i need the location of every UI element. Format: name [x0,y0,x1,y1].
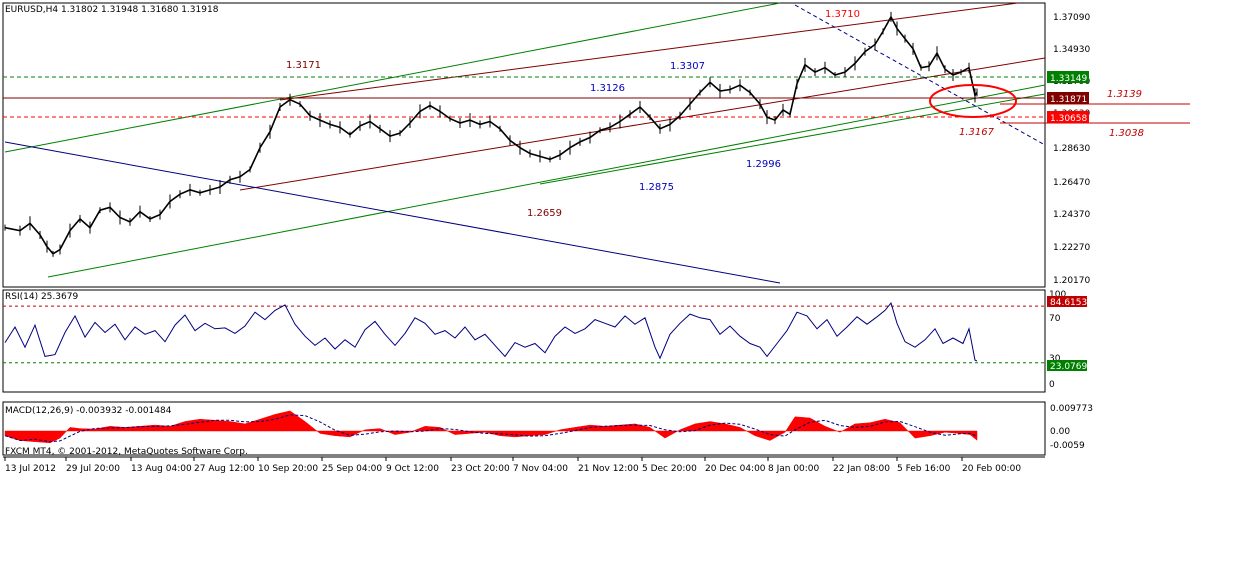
time-axis-label: 20 Feb 00:00 [962,464,1021,474]
rsi-upper-tag-label: 84.6153 [1050,298,1087,308]
price-annotation: 1.2996 [746,159,781,170]
time-axis-label: 23 Oct 20:00 [451,464,510,474]
green-support-line [539,93,1046,185]
price-level-tag-label: 1.31871 [1050,95,1087,105]
price-panel-frame [2,2,1046,288]
price-tick-label: 1.34930 [1053,45,1090,55]
price-annotation: 1.3167 [959,127,995,138]
time-axis-label: 5 Dec 20:00 [642,464,697,474]
macd-label: MACD(12,26,9) -0.003932 -0.001484 [5,406,172,416]
red-channel-upper [279,2,1019,101]
macd-tick-label: 0.00 [1050,427,1070,437]
time-axis-label: 21 Nov 12:00 [578,464,639,474]
price-tick-label: 1.24370 [1053,210,1090,220]
green-channel-lower [47,84,1046,278]
price-level-tag-label: 1.33149 [1050,74,1087,84]
dashed-downtrend-line [794,4,1046,146]
time-axis-label: 25 Sep 04:00 [322,464,382,474]
time-axis-label: 20 Dec 04:00 [705,464,766,474]
watermark: FXCM MT4, © 2001-2012, MetaQuotes Softwa… [5,447,248,457]
time-axis-label: 5 Feb 16:00 [897,464,951,474]
time-axis-label: 27 Aug 12:00 [194,464,255,474]
chart-area[interactable]: 1.370901.349301.327901.306301.286301.264… [0,0,1240,583]
price-annotation: 1.3307 [670,61,705,72]
macd-tick-label: 0.009773 [1050,404,1093,414]
price-line [4,15,978,255]
time-axis-label: 22 Jan 08:00 [833,464,890,474]
time-axis-label: 8 Jan 00:00 [768,464,820,474]
time-axis-label: 13 Jul 2012 [5,464,56,474]
price-annotation: 1.3710 [825,9,860,20]
price-tick-label: 1.22270 [1053,243,1090,253]
price-tick-label: 1.26470 [1053,178,1090,188]
time-axis-label: 7 Nov 04:00 [513,464,568,474]
price-annotation: 1.3126 [590,83,625,94]
time-axis-label: 29 Jul 20:00 [66,464,120,474]
rsi-label: RSI(14) 25.3679 [5,292,78,302]
price-annotation: 1.3139 [1107,89,1142,100]
price-annotation: 1.2875 [639,182,674,193]
time-axis-label: 13 Aug 04:00 [131,464,192,474]
time-axis-label: 10 Sep 20:00 [258,464,318,474]
price-tick-label: 1.28630 [1053,144,1090,154]
symbol-header: EURUSD,H4 1.31802 1.31948 1.31680 1.3191… [5,5,219,15]
rsi-line [4,301,978,362]
blue-downtrend-line [4,141,781,284]
price-annotation: 1.2659 [527,208,562,219]
rsi-tick-label: 70 [1049,314,1061,324]
price-tick-label: 1.37090 [1053,13,1090,23]
price-tick-label: 1.20170 [1053,276,1090,286]
rsi-lower-tag-label: 23.0769 [1050,362,1087,372]
time-axis-label: 9 Oct 12:00 [386,464,439,474]
price-annotation: 1.3038 [1109,128,1144,139]
macd-tick-label: -0.0059 [1050,441,1085,451]
price-level-tag-label: 1.30658 [1050,114,1087,124]
rsi-tick-label: 0 [1049,380,1055,390]
price-annotation: 1.3171 [286,60,321,71]
